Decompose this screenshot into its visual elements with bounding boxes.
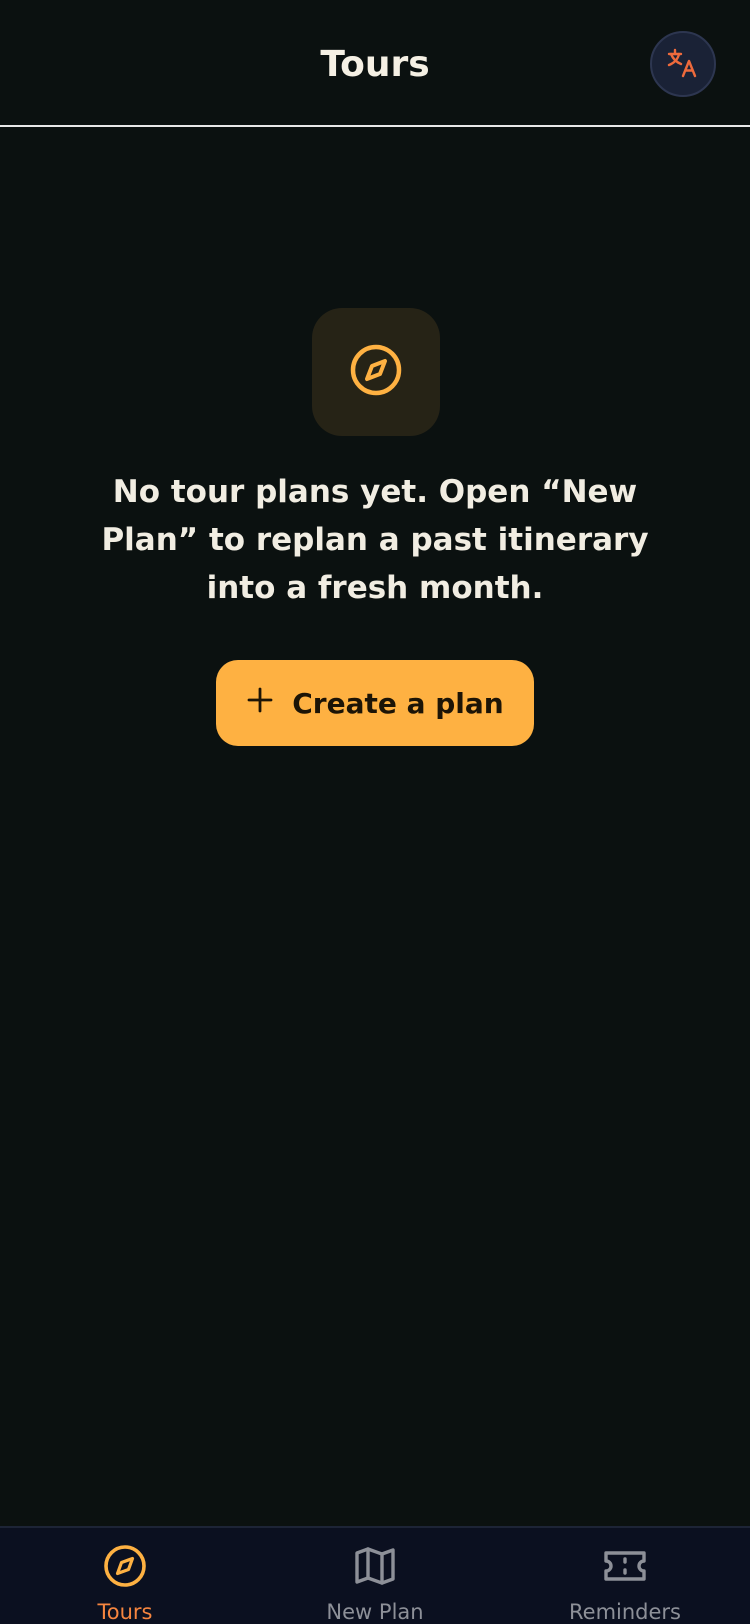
compass-icon: [348, 342, 404, 402]
tab-tours[interactable]: Tours: [0, 1528, 250, 1624]
create-plan-button[interactable]: Create a plan: [216, 660, 534, 746]
compass-icon: [103, 1544, 147, 1588]
tab-new-plan-label: New Plan: [326, 1600, 424, 1624]
plus-icon: [246, 686, 274, 721]
tab-new-plan[interactable]: New Plan: [250, 1528, 500, 1624]
tab-tours-label: Tours: [97, 1600, 153, 1624]
app-root: Tours No tour plans yet. Open “New Plan”…: [0, 0, 750, 1624]
empty-state-message: No tour plans yet. Open “New Plan” to re…: [101, 474, 649, 606]
ticket-icon: [603, 1544, 647, 1588]
bottom-tab-bar: Tours New Plan Reminders: [0, 1526, 750, 1624]
header: Tours: [0, 0, 750, 127]
empty-state-icon-box: [312, 308, 440, 436]
language-button[interactable]: [650, 31, 716, 97]
map-icon: [353, 1544, 397, 1588]
page-title: Tours: [320, 44, 430, 85]
translate-icon: [666, 45, 700, 83]
tab-reminders-label: Reminders: [569, 1600, 681, 1624]
tab-reminders[interactable]: Reminders: [500, 1528, 750, 1624]
create-plan-button-label: Create a plan: [292, 686, 504, 720]
